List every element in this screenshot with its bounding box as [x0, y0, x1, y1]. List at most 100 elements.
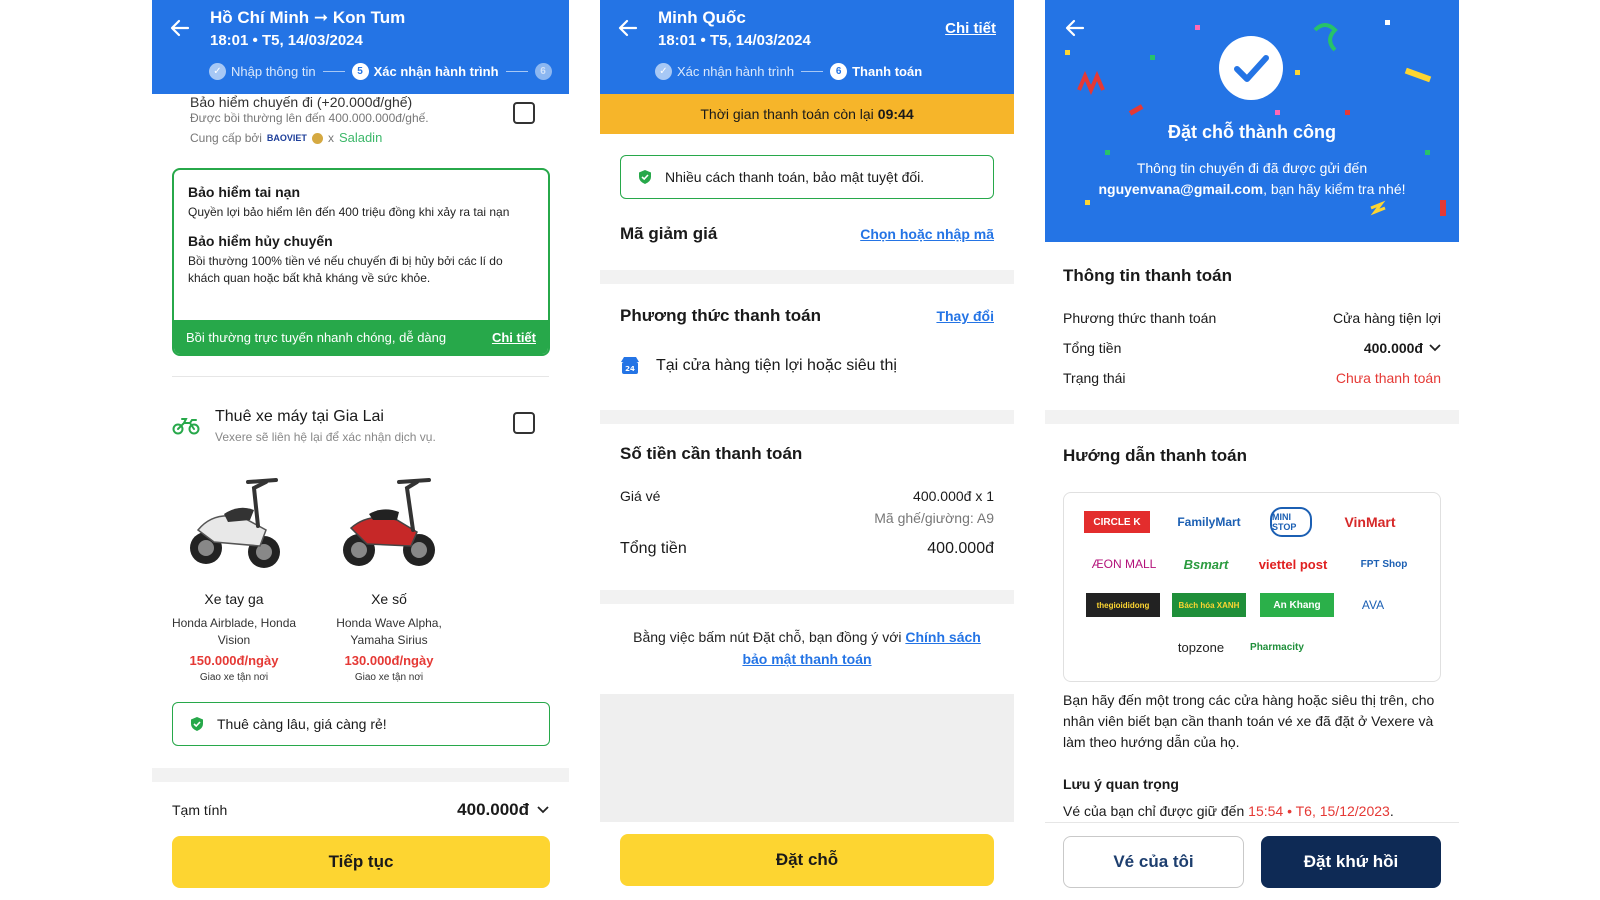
chevron-down-icon[interactable]: [1429, 344, 1441, 352]
bike-models: Honda Airblade, Honda Vision: [171, 616, 297, 647]
bike-name: Xe tay ga: [204, 591, 264, 607]
svg-text:24: 24: [625, 365, 635, 373]
step-payment: 6 Thanh toán: [830, 63, 922, 80]
baoviet-logo: BAOVIET: [266, 133, 307, 143]
screen-booking-success: Đặt chỗ thành công Thông tin chuyến đi đ…: [1045, 0, 1459, 900]
rental-checkbox[interactable]: [513, 412, 535, 434]
shield-check-icon: [191, 717, 203, 731]
important-note-title: Lưu ý quan trọng: [1063, 776, 1179, 792]
accident-insurance-desc: Quyền lợi bảo hiểm lên đến 400 triệu đồn…: [188, 205, 510, 219]
viettelpost-logo: viettel post: [1258, 556, 1328, 572]
subtotal-row[interactable]: Tạm tính 400.000đ: [172, 800, 549, 820]
insurance-checkbox[interactable]: [513, 102, 535, 124]
footer-divider: [1045, 822, 1459, 823]
seat-code-row: Mã ghế/giường: A9: [874, 510, 994, 526]
bike-delivery: Giao xe tận nơi: [354, 672, 424, 683]
step-payment: 6: [534, 63, 552, 80]
pharmacity-logo: Pharmacity: [1250, 641, 1304, 653]
step-divider: [322, 71, 345, 72]
status-badge: Chưa thanh toán: [1335, 370, 1441, 386]
book-button[interactable]: Đặt chỗ: [620, 834, 994, 886]
success-banner: Đặt chỗ thành công Thông tin chuyến đi đ…: [1045, 0, 1459, 242]
trip-detail-link[interactable]: Chi tiết: [945, 20, 996, 37]
insurance-promo-bar: Bồi thường trực tuyến nhanh chóng, dễ dà…: [174, 320, 548, 354]
insurance-providers: Cung cấp bởi BAOVIET x Saladin: [190, 128, 429, 148]
rental-title: Thuê xe máy tại Gia Lai: [215, 408, 384, 425]
amount-title: Số tiền cần thanh toán: [620, 444, 803, 463]
discount-code-link[interactable]: Chọn hoặc nhập mã: [860, 226, 994, 242]
step-confirm-trip: ✓ Xác nhận hành trình: [655, 63, 794, 80]
step-enter-info: ✓ Nhập thông tin: [209, 63, 316, 80]
discount-label: Mã giảm giá: [620, 224, 718, 243]
route-title: Hồ Chí Minh ➞ Kon Tum: [210, 8, 406, 27]
saladin-logo: Saladin: [338, 130, 383, 145]
book-return-button[interactable]: Đặt khứ hồi: [1261, 836, 1441, 888]
insurance-detail-link[interactable]: Chi tiết: [492, 330, 536, 345]
hold-deadline: 15:54 • T6, 15/12/2023: [1248, 803, 1390, 819]
bike-option-manual[interactable]: Xe số Honda Wave Alpha, Yamaha Sirius 13…: [314, 470, 464, 683]
rental-promo-note: Thuê càng lâu, giá càng rẻ!: [172, 702, 550, 746]
fptshop-logo: FPT Shop: [1360, 558, 1408, 570]
trip-insurance-summary: Bảo hiểm chuyến đi (+20.000đ/ghế) Được b…: [190, 94, 429, 148]
bike-price: 150.000đ/ngày: [189, 653, 279, 668]
bike-delivery: Giao xe tận nơi: [199, 672, 269, 683]
vinmart-logo: VinMart: [1344, 514, 1396, 530]
back-arrow-icon[interactable]: [616, 16, 640, 40]
screen-payment: Minh Quốc 18:01 • T5, 14/03/2024 Chi tiế…: [600, 0, 1014, 900]
bike-option-scooter[interactable]: Xe tay ga Honda Airblade, Honda Vision 1…: [159, 470, 309, 683]
back-arrow-icon[interactable]: [168, 16, 192, 40]
chevron-down-icon[interactable]: [537, 806, 549, 814]
aeonmall-logo: ÆON MALL: [1091, 557, 1157, 571]
stores-logo-grid: CIRCLE K FamilyMart MINI STOP VinMart ÆO…: [1063, 492, 1441, 682]
check-icon: ✓: [655, 63, 672, 80]
success-message: Thông tin chuyến đi đã được gửi đến nguy…: [1098, 160, 1406, 197]
payment-guide-text: Bạn hãy đến một trong các cửa hàng hoặc …: [1063, 692, 1435, 750]
my-tickets-button[interactable]: Vé của tôi: [1063, 836, 1244, 888]
insurance-details-card: Bảo hiểm tai nạn Quyền lợi bảo hiểm lên …: [172, 168, 550, 356]
payment-guide-title: Hướng dẫn thanh toán: [1063, 446, 1247, 465]
header: Hồ Chí Minh ➞ Kon Tum 18:01 • T5, 14/03/…: [152, 0, 569, 94]
ticket-price-row: Giá vé 400.000đ x 1: [620, 488, 994, 504]
payment-status-row: Trạng thái Chưa thanh toán: [1063, 370, 1441, 386]
success-title: Đặt chỗ thành công: [1168, 122, 1336, 142]
header: Minh Quốc 18:01 • T5, 14/03/2024 Chi tiế…: [600, 0, 1014, 94]
section-gap: [600, 590, 1014, 604]
payment-timer: Thời gian thanh toán còn lại 09:44: [600, 94, 1014, 134]
payment-info-title: Thông tin thanh toán: [1063, 266, 1233, 285]
empty-area: [600, 694, 1014, 822]
accident-insurance-title: Bảo hiểm tai nạn: [188, 184, 301, 200]
subtotal-value: 400.000đ: [457, 800, 529, 819]
total-amount-row[interactable]: Tổng tiền 400.000đ: [1063, 340, 1441, 356]
ava-logo: AVA: [1361, 598, 1385, 612]
section-gap: [600, 410, 1014, 424]
user-email: nguyenvana@gmail.com: [1098, 181, 1264, 197]
operator-name: Minh Quốc: [658, 8, 746, 27]
scooter-image: [190, 478, 280, 568]
motorbike-icon: [172, 418, 200, 435]
trip-datetime: 18:01 • T5, 14/03/2024: [210, 32, 363, 49]
trip-insurance-title: Bảo hiểm chuyến đi (+20.000đ/ghế): [190, 94, 413, 110]
cancel-insurance-title: Bảo hiểm hủy chuyến: [188, 233, 333, 249]
selected-payment-method[interactable]: 24 Tại cửa hàng tiện lợi hoặc siêu thị: [620, 356, 897, 376]
continue-button[interactable]: Tiếp tục: [172, 836, 550, 888]
hold-deadline-note: Vé của bạn chỉ được giữ đến 15:54 • T6, …: [1063, 803, 1394, 819]
step-indicator: ✓ Nhập thông tin 5 Xác nhận hành trình 6: [209, 63, 552, 80]
step-divider: [505, 71, 528, 72]
circlek-logo: CIRCLE K: [1084, 511, 1150, 533]
change-method-link[interactable]: Thay đổi: [936, 308, 994, 324]
step-divider: [801, 71, 824, 72]
payment-method-title: Phương thức thanh toán: [620, 306, 822, 325]
store-24h-icon: 24: [621, 357, 639, 374]
terms-text: Bằng việc bấm nút Đặt chỗ, bạn đồng ý vớ…: [633, 629, 981, 667]
secure-payment-note: Nhiều cách thanh toán, bảo mật tuyệt đối…: [620, 155, 994, 199]
cancel-insurance-desc: Bồi thường 100% tiền vé nếu chuyến đi bị…: [188, 254, 503, 285]
manual-bike-image: [343, 478, 435, 566]
bike-price: 130.000đ/ngày: [344, 653, 434, 668]
bike-name: Xe số: [371, 591, 407, 607]
trip-datetime: 18:01 • T5, 14/03/2024: [658, 32, 811, 49]
step-confirm-trip: 5 Xác nhận hành trình: [351, 63, 499, 80]
ankhang-logo: An Khang: [1260, 593, 1334, 617]
baoviet-emblem-icon: [311, 132, 323, 144]
payment-method-row: Phương thức thanh toán Cửa hàng tiện lợi: [1063, 310, 1441, 326]
shield-check-icon: [639, 170, 651, 184]
